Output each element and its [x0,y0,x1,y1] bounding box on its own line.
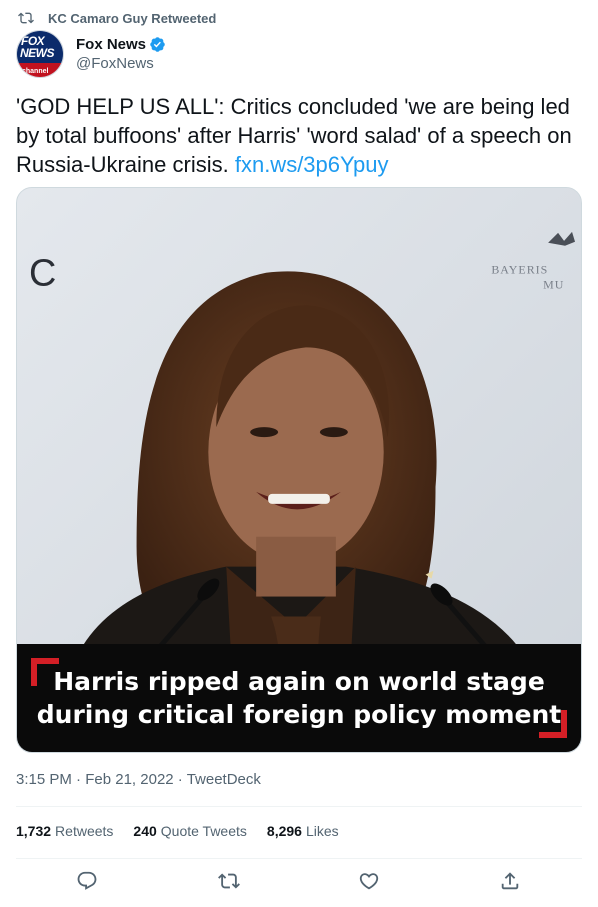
like-button[interactable] [358,870,382,894]
media-caption: Harris ripped again on world stage durin… [17,644,581,752]
tweet-meta: 3:15 PM · Feb 21, 2022 · TweetDeck [16,771,261,788]
caption-line-2: during critical foreign policy moment [36,700,562,729]
tweet-time[interactable]: 3:15 PM [16,771,72,788]
verified-badge-icon [150,37,165,52]
author-display-name: Fox News [76,36,147,53]
stat-retweets-count: 1,732 [16,823,52,839]
tweet-media[interactable]: C BAYERIS MU Harris ripped again on worl… [16,187,582,753]
stat-quotes-count: 240 [133,823,157,839]
stat-likes[interactable]: 8,296 Likes [267,823,339,839]
avatar-text-2: NEWS [20,46,55,60]
retweet-button[interactable] [218,870,242,894]
meta-separator-1: · [76,771,82,788]
tweet-link[interactable]: fxn.ws/3p6Ypuy [235,152,389,177]
retweet-icon [218,873,240,889]
divider [16,806,582,807]
author-name[interactable]: Fox News [76,36,166,53]
tweet-stats: 1,732 Retweets 240 Quote Tweets 8,296 Likes [16,823,359,839]
tweet-source[interactable]: TweetDeck [187,771,261,788]
divider [16,858,582,859]
stat-likes-label: Likes [305,823,339,839]
caption-line-1: Harris ripped again on world stage [53,667,545,696]
share-icon [501,872,519,890]
bg-text-2: MU [543,278,564,292]
stat-retweets-label: Retweets [55,823,114,839]
retweet-label: KC Camaro Guy Retweeted [48,10,217,26]
tweet-date[interactable]: Feb 21, 2022 [85,771,173,788]
stat-quote-tweets[interactable]: 240 Quote Tweets [133,823,247,839]
bg-letter: C [29,253,56,295]
stat-retweets[interactable]: 1,732 Retweets [16,823,113,839]
stat-quotes-label: Quote Tweets [160,823,247,839]
meta-separator-2: · [177,771,183,788]
bg-text-1: BAYERIS [491,263,548,277]
reply-button[interactable] [76,870,100,894]
share-button[interactable] [499,870,523,894]
tweet-actions [0,870,598,898]
avatar-text-3: channel [22,68,49,75]
retweet-icon [18,12,34,24]
author-handle[interactable]: @FoxNews [76,55,166,72]
retweet-context[interactable]: KC Camaro Guy Retweeted [18,9,216,27]
tweet-text: 'GOD HELP US ALL': Critics concluded 'we… [16,92,576,179]
avatar[interactable]: FOX NEWS channel [16,30,64,78]
corner-bracket-bottom-right [539,710,567,738]
heart-icon [359,873,379,890]
tweet-header: FOX NEWS channel Fox News @FoxNews [16,30,582,78]
reply-icon [77,871,97,890]
corner-bracket-top-left [31,658,59,686]
stat-likes-count: 8,296 [266,823,302,839]
